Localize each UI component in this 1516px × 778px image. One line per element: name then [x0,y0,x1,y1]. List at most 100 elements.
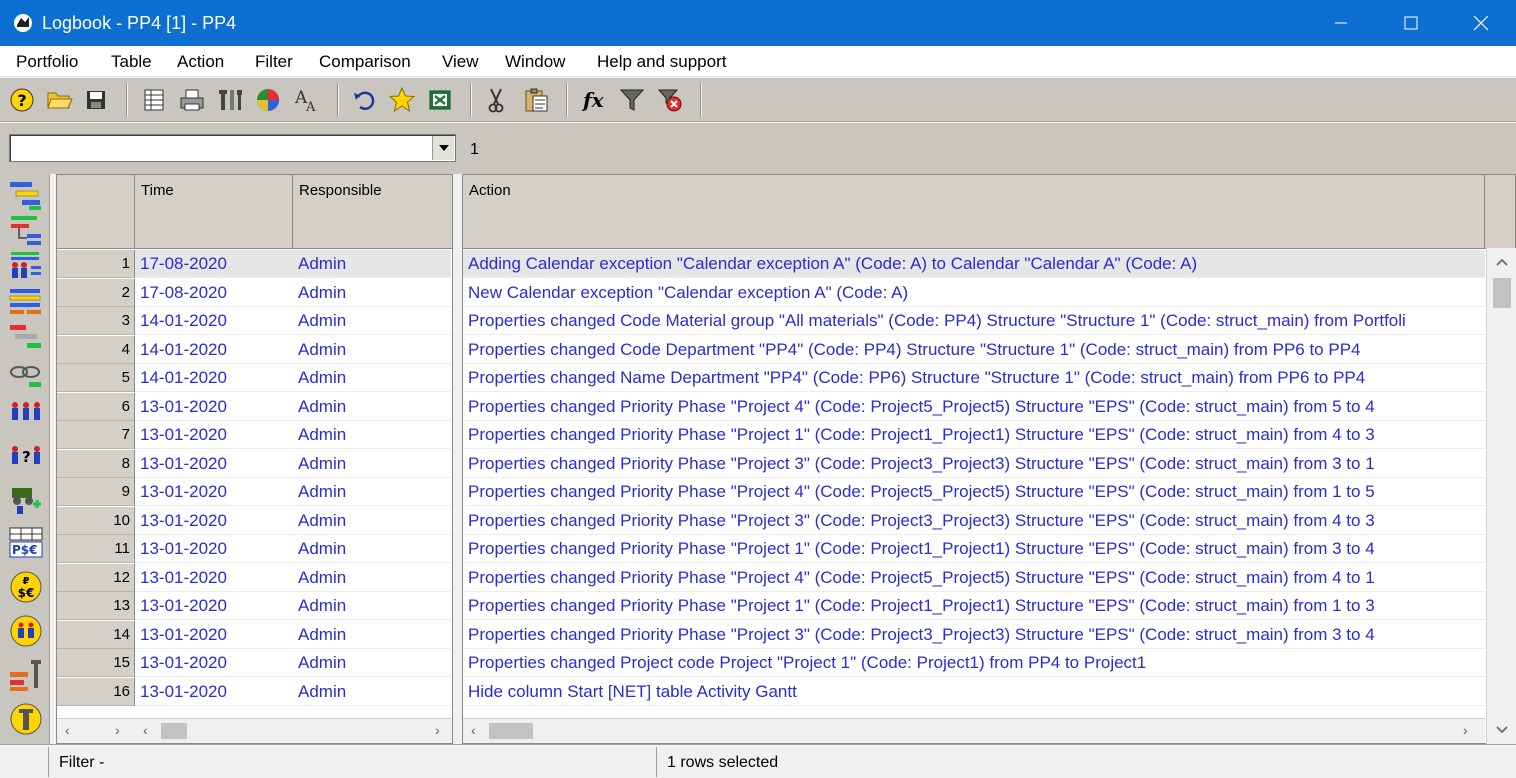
scroll-down-icon[interactable] [1496,726,1508,734]
row-number-header[interactable] [57,175,135,249]
resources-icon[interactable] [7,250,45,284]
links-icon[interactable] [7,358,45,392]
cell-time[interactable]: 13-01-2020 [135,450,293,478]
cut-button[interactable] [482,86,510,114]
cell-action[interactable]: Properties changed Priority Phase "Proje… [463,535,1485,563]
row-number[interactable]: 14 [57,620,135,649]
column-header-action[interactable]: Action [463,175,1485,249]
column-header-responsible[interactable]: Responsible [293,175,452,249]
cell-action[interactable]: Properties changed Priority Phase "Proje… [463,564,1485,592]
menu-view[interactable]: View [442,52,479,72]
grid-right-hscroll[interactable]: ‹ › [463,718,1485,743]
cell-time[interactable]: 13-01-2020 [135,393,293,421]
cell-action[interactable]: Properties changed Priority Phase "Proje… [463,393,1485,421]
cell-action[interactable]: Properties changed Project code Project … [463,649,1485,677]
currency-coin-icon[interactable]: ₽$€ [7,570,45,604]
cell-responsible[interactable]: Admin [293,678,451,706]
cell-time[interactable]: 13-01-2020 [135,421,293,449]
open-button[interactable] [46,86,74,114]
cell-action[interactable]: Properties changed Priority Phase "Proje… [463,507,1485,535]
row-number[interactable]: 16 [57,677,135,706]
minimize-button[interactable] [1306,0,1376,46]
menu-window[interactable]: Window [505,52,565,72]
font-button[interactable]: AA [292,86,320,114]
cell-responsible[interactable]: Admin [293,592,451,620]
structure-icon[interactable] [7,286,45,320]
grid-vscroll[interactable] [1486,248,1516,744]
scroll-right-icon[interactable]: › [115,722,120,738]
row-number[interactable]: 9 [57,478,135,506]
cell-responsible[interactable]: Admin [293,393,451,421]
scroll-left-icon[interactable]: ‹ [143,722,148,738]
cell-action[interactable]: Properties changed Priority Phase "Proje… [463,478,1485,506]
tools-coin-icon[interactable] [7,702,45,736]
scroll-thumb[interactable] [1493,278,1511,308]
currency-table-icon[interactable]: P$€ [7,526,45,560]
cell-time[interactable]: 13-01-2020 [135,507,293,535]
cell-responsible[interactable]: Admin [293,478,451,506]
row-number[interactable]: 15 [57,649,135,677]
cell-responsible[interactable]: Admin [293,279,451,307]
filter-combobox[interactable] [9,134,456,162]
scroll-left-icon[interactable]: ‹ [65,722,70,738]
clear-filter-button[interactable] [656,86,684,114]
cell-action[interactable]: Properties changed Priority Phase "Proje… [463,421,1485,449]
hierarchy-icon[interactable] [7,214,45,248]
maximize-button[interactable] [1376,0,1446,46]
close-button[interactable] [1446,0,1516,46]
filter-button[interactable] [618,86,646,114]
cell-action[interactable]: Hide column Start [NET] table Activity G… [463,678,1485,706]
row-number[interactable]: 4 [57,335,135,364]
save-button[interactable] [82,86,110,114]
row-number[interactable]: 6 [57,392,135,421]
cell-responsible[interactable]: Admin [293,507,451,535]
menu-action[interactable]: Action [177,52,224,72]
row-number[interactable]: 8 [57,449,135,478]
formula-button[interactable]: fx [580,86,608,114]
chart-button[interactable] [254,86,282,114]
cell-action[interactable]: Properties changed Priority Phase "Proje… [463,592,1485,620]
cell-time[interactable]: 13-01-2020 [135,535,293,563]
cell-responsible[interactable]: Admin [293,250,451,278]
filter-dropdown-button[interactable] [432,136,454,160]
settings-button[interactable] [216,86,244,114]
scroll-thumb[interactable] [489,723,533,739]
cell-time[interactable]: 17-08-2020 [135,250,293,278]
print-button[interactable] [178,86,206,114]
cell-responsible[interactable]: Admin [293,307,451,335]
cell-time[interactable]: 14-01-2020 [135,336,293,364]
row-number[interactable]: 2 [57,278,135,307]
cell-action[interactable]: Properties changed Code Material group "… [463,307,1485,335]
row-number[interactable]: 13 [57,592,135,620]
menu-help-and-support[interactable]: Help and support [597,52,726,72]
cell-responsible[interactable]: Admin [293,450,451,478]
cell-time[interactable]: 13-01-2020 [135,564,293,592]
row-number[interactable]: 7 [57,421,135,449]
grid-left-hscroll[interactable]: ‹ › [135,718,452,743]
cell-action[interactable]: New Calendar exception "Calendar excepti… [463,279,1485,307]
menu-table[interactable]: Table [111,52,152,72]
scroll-up-icon[interactable] [1496,258,1508,266]
scroll-thumb[interactable] [161,723,187,739]
cell-responsible[interactable]: Admin [293,564,451,592]
cell-time[interactable]: 13-01-2020 [135,678,293,706]
cell-action[interactable]: Properties changed Priority Phase "Proje… [463,450,1485,478]
row-number[interactable]: 12 [57,563,135,592]
row-number[interactable]: 10 [57,506,135,535]
excel-export-button[interactable] [426,86,454,114]
scroll-right-icon[interactable]: › [435,722,440,738]
cell-time[interactable]: 13-01-2020 [135,478,293,506]
cell-responsible[interactable]: Admin [293,621,451,649]
cell-time[interactable]: 14-01-2020 [135,364,293,392]
cell-action[interactable]: Adding Calendar exception "Calendar exce… [463,250,1485,278]
cell-action[interactable]: Properties changed Priority Phase "Proje… [463,621,1485,649]
row-number-hscroll[interactable]: ‹ › [57,718,135,743]
row-number[interactable]: 5 [57,364,135,392]
menu-portfolio[interactable]: Portfolio [16,52,78,72]
cell-responsible[interactable]: Admin [293,535,451,563]
cell-time[interactable]: 13-01-2020 [135,621,293,649]
team-question-icon[interactable]: ? [7,440,45,474]
scroll-right-icon[interactable]: › [1463,722,1468,738]
table-button[interactable] [140,86,168,114]
tools-bars-icon[interactable] [7,658,45,692]
